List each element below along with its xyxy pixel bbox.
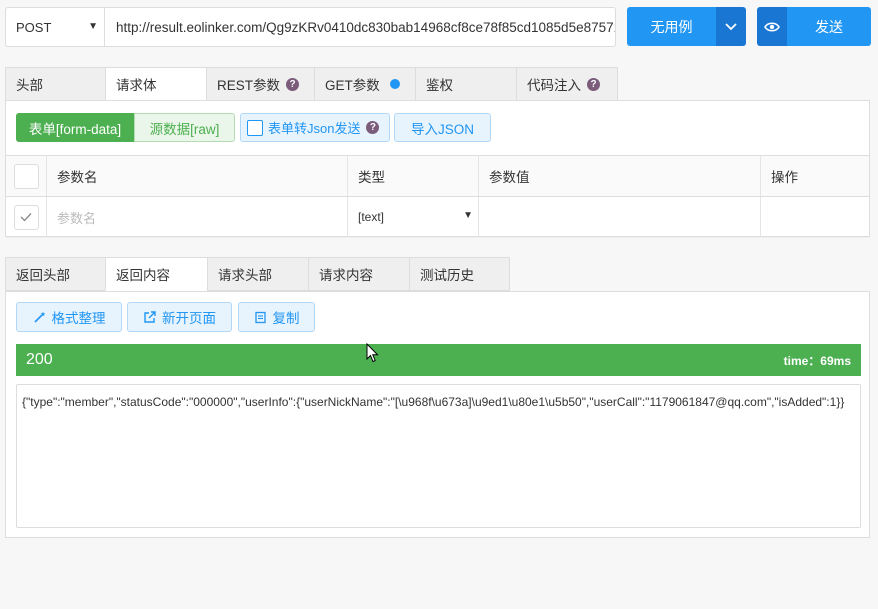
column-header-value: 参数值 bbox=[479, 156, 761, 196]
param-value-input[interactable] bbox=[479, 197, 761, 237]
raw-option[interactable]: 源数据[raw] bbox=[134, 113, 235, 142]
caret-down-icon: ▼ bbox=[463, 210, 473, 221]
url-value: http://result.eolinker.com/Qg9zKRv0410dc… bbox=[116, 19, 616, 35]
params-table: 参数名 类型 参数值 操作 参数名 [text] ▼ bbox=[6, 155, 869, 238]
tab-rest-params[interactable]: REST参数? bbox=[206, 67, 314, 101]
tab-headers[interactable]: 头部 bbox=[5, 67, 105, 101]
form-to-json-label: 表单转Json发送 bbox=[268, 121, 361, 136]
param-name-placeholder: 参数名 bbox=[57, 210, 97, 226]
tab-request-headers[interactable]: 请求头部 bbox=[207, 257, 308, 291]
tab-response-content[interactable]: 返回内容 bbox=[105, 257, 207, 291]
tab-get-params[interactable]: GET参数 bbox=[314, 67, 415, 101]
tab-response-headers[interactable]: 返回头部 bbox=[5, 257, 105, 291]
caret-down-icon: ▼ bbox=[88, 21, 98, 32]
response-body[interactable]: {"type":"member","statusCode":"000000","… bbox=[16, 384, 861, 528]
response-body-text: {"type":"member","statusCode":"000000","… bbox=[22, 395, 845, 409]
preview-button[interactable] bbox=[757, 7, 787, 46]
table-header-row: 参数名 类型 参数值 操作 bbox=[6, 156, 869, 197]
test-case-button[interactable]: 无用例 bbox=[627, 7, 716, 46]
send-button[interactable]: 发送 bbox=[787, 7, 871, 46]
request-tabs: 头部 请求体 REST参数? GET参数 鉴权 代码注入? bbox=[5, 67, 618, 101]
column-header-action: 操作 bbox=[771, 170, 798, 185]
status-code: 200 bbox=[26, 351, 53, 368]
tab-request-content[interactable]: 请求内容 bbox=[308, 257, 409, 291]
magic-wand-icon bbox=[33, 311, 45, 323]
help-icon[interactable]: ? bbox=[587, 77, 600, 91]
tab-body[interactable]: 请求体 bbox=[105, 67, 206, 101]
copy-button[interactable]: 复制 bbox=[238, 302, 315, 332]
new-page-label: 新开页面 bbox=[162, 311, 216, 326]
help-icon[interactable]: ? bbox=[366, 121, 380, 134]
status-bar: 200 time：69ms bbox=[16, 344, 861, 376]
select-all-checkbox[interactable] bbox=[13, 163, 39, 189]
param-name-input[interactable]: 参数名 bbox=[47, 197, 348, 237]
test-case-dropdown-button[interactable] bbox=[716, 7, 746, 46]
copy-icon bbox=[254, 311, 266, 323]
response-panel: 格式整理 新开页面 复制 200 time：69ms {"type":"memb… bbox=[5, 291, 870, 538]
format-button[interactable]: 格式整理 bbox=[16, 302, 122, 332]
column-header-type: 类型 bbox=[348, 156, 479, 196]
help-icon[interactable]: ? bbox=[286, 77, 300, 91]
method-select[interactable]: POST ▼ bbox=[5, 7, 105, 47]
param-type-select[interactable]: [text] ▼ bbox=[348, 197, 479, 237]
format-label: 格式整理 bbox=[51, 311, 106, 326]
tab-test-history[interactable]: 测试历史 bbox=[409, 257, 510, 291]
row-checkbox[interactable] bbox=[13, 204, 39, 230]
response-tabs: 返回头部 返回内容 请求头部 请求内容 测试历史 bbox=[5, 257, 510, 291]
copy-label: 复制 bbox=[272, 311, 300, 326]
tab-code-injection[interactable]: 代码注入? bbox=[516, 67, 618, 101]
form-data-option[interactable]: 表单[form-data] bbox=[16, 113, 134, 142]
param-type-value: [text] bbox=[358, 210, 385, 224]
eye-icon bbox=[764, 21, 780, 32]
tab-auth[interactable]: 鉴权 bbox=[415, 67, 516, 101]
response-time: time：69ms bbox=[783, 353, 851, 368]
column-header-name: 参数名 bbox=[47, 156, 348, 196]
check-icon bbox=[20, 213, 32, 222]
mouse-cursor-icon bbox=[366, 343, 379, 363]
external-link-icon bbox=[144, 310, 156, 323]
import-json-button[interactable]: 导入JSON bbox=[394, 113, 491, 142]
chevron-down-icon bbox=[725, 22, 737, 30]
table-row: 参数名 [text] ▼ bbox=[6, 197, 869, 238]
param-action-cell bbox=[761, 197, 869, 237]
indicator-dot-icon bbox=[389, 79, 400, 89]
form-to-json-toggle[interactable]: 表单转Json发送 ? bbox=[240, 113, 390, 142]
method-value: POST bbox=[16, 19, 52, 35]
request-body-panel: 表单[form-data] 源数据[raw] 表单转Json发送 ? 导入JSO… bbox=[5, 100, 870, 238]
url-input[interactable]: http://result.eolinker.com/Qg9zKRv0410dc… bbox=[104, 7, 616, 47]
checkbox[interactable] bbox=[247, 119, 263, 136]
new-page-button[interactable]: 新开页面 bbox=[127, 302, 232, 332]
